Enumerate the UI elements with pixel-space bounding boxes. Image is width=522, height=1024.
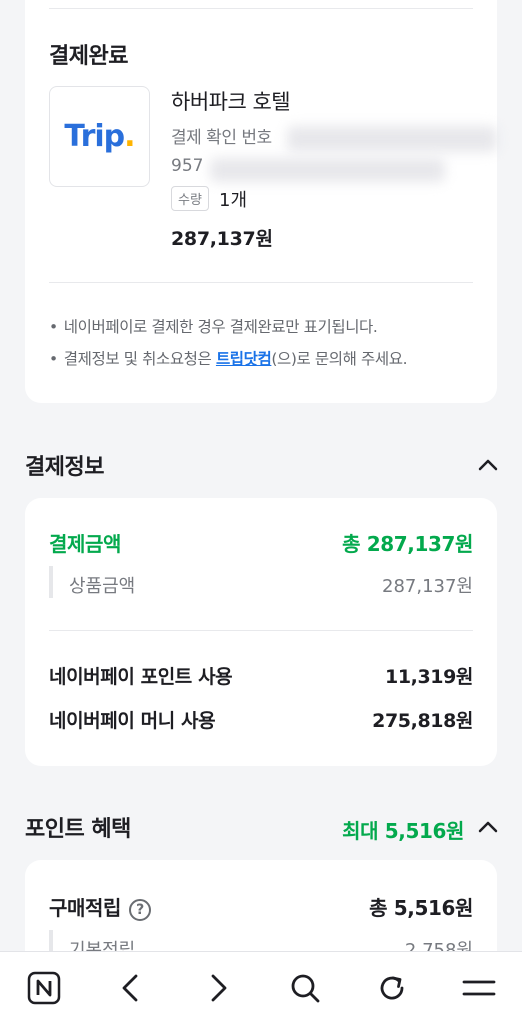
search-button[interactable] [281, 964, 329, 1012]
money-use-value: 275,818원 [372, 710, 473, 732]
menu-button[interactable] [455, 964, 503, 1012]
divider [49, 630, 473, 631]
payment-section-title: 결제정보 [25, 455, 104, 480]
naver-home-icon [27, 971, 60, 1005]
search-icon [291, 974, 319, 1003]
redacted-area [287, 126, 497, 152]
confirm-number-value: 957 [171, 156, 204, 176]
product-amount-label: 상품금액 [49, 566, 135, 598]
purchase-points-label: 구매적립 [49, 896, 121, 920]
forward-icon [211, 974, 226, 1002]
bullet: • [49, 318, 58, 336]
trip-logo: Trip. [64, 119, 135, 154]
divider [49, 8, 473, 9]
purchase-points-value: 총 5,516원 [369, 896, 473, 920]
confirm-number-label: 결제 확인 번호 [171, 128, 272, 148]
merchant-thumbnail[interactable]: Trip. [49, 86, 150, 187]
order-status-card: 결제완료 Trip. 하버파크 호텔 결제 확인 번호 957 수량 1개 28… [25, 0, 497, 403]
points-section-title: 포인트 혜택 [25, 817, 131, 842]
product-amount-value: 287,137원 [382, 576, 473, 597]
money-use-row: 네이버페이 머니 사용 275,818원 [49, 706, 473, 733]
notice-item: • 결제정보 및 취소요청은 트립닷컴(으)로 문의해 주세요. [49, 347, 408, 369]
help-icon[interactable]: ? [129, 898, 151, 921]
order-status-title: 결제완료 [49, 44, 128, 69]
naver-home-button[interactable] [20, 964, 68, 1012]
refresh-icon [380, 976, 403, 1000]
payment-total-value: 총 287,137원 [342, 532, 473, 556]
order-price: 287,137원 [171, 228, 273, 250]
points-max-value: 최대 5,516원 [342, 819, 464, 843]
tripdotcom-link[interactable]: 트립닷컴 [216, 350, 272, 368]
notice-item: • 네이버페이로 결제한 경우 결제완료만 표기됩니다. [49, 315, 378, 337]
back-icon [122, 974, 137, 1002]
bullet: • [49, 350, 58, 368]
chevron-up-icon[interactable] [476, 453, 500, 477]
notice-text-prefix: 결제정보 및 취소요청은 [63, 350, 216, 368]
purchase-points-label-wrap: 구매적립? [49, 892, 151, 921]
point-use-label: 네이버페이 포인트 사용 [49, 666, 233, 688]
point-use-row: 네이버페이 포인트 사용 11,319원 [49, 662, 473, 689]
bottom-navigation-bar [0, 951, 522, 1024]
notice-text: 네이버페이로 결제한 경우 결제완료만 표기됩니다. [63, 318, 378, 336]
payment-info-card: 결제금액 총 287,137원 상품금액 287,137원 네이버페이 포인트 … [25, 498, 497, 766]
product-amount-row: 상품금액 287,137원 [49, 566, 473, 598]
chevron-up-icon[interactable] [476, 815, 500, 839]
back-button[interactable] [107, 964, 155, 1012]
forward-button[interactable] [194, 964, 242, 1012]
money-use-label: 네이버페이 머니 사용 [49, 710, 216, 732]
notice-text-suffix: (으)로 문의해 주세요. [271, 350, 408, 368]
redacted-area [210, 158, 445, 182]
purchase-points-row: 구매적립? 총 5,516원 [49, 892, 473, 921]
menu-icon [462, 980, 495, 996]
divider [49, 282, 473, 283]
product-name[interactable]: 하버파크 호텔 [171, 86, 291, 116]
quantity-badge: 수량 [171, 186, 209, 211]
quantity-value: 1개 [219, 190, 248, 211]
point-use-value: 11,319원 [385, 666, 473, 688]
refresh-button[interactable] [368, 964, 416, 1012]
payment-total-row: 결제금액 총 287,137원 [49, 528, 473, 557]
payment-total-label: 결제금액 [49, 532, 121, 556]
